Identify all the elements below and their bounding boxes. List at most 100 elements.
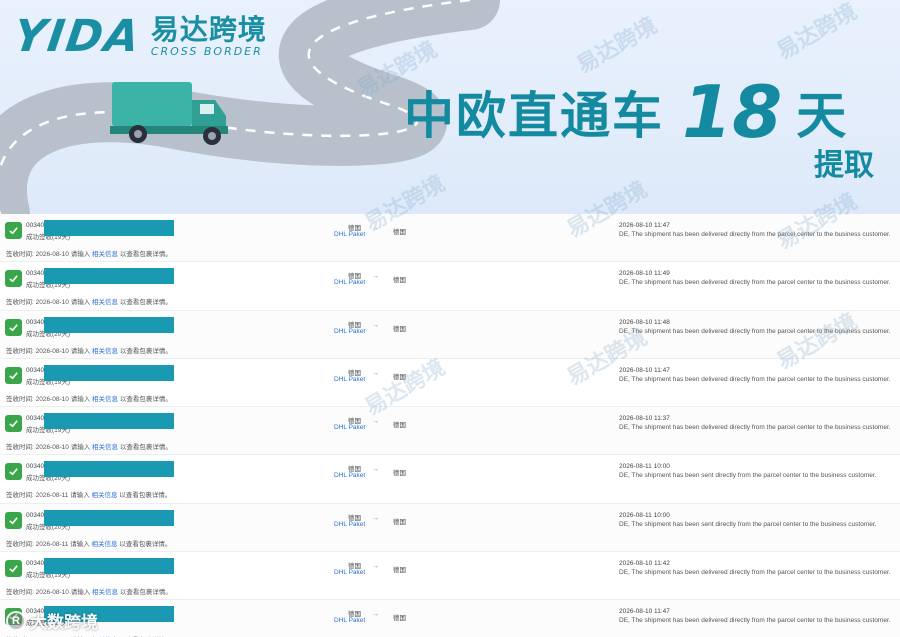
details-link[interactable]: 相关信息: [92, 348, 118, 355]
signed-info: 签收时间: 2026-08-10 请输入 相关信息 以查看包裹详情。: [6, 586, 172, 596]
shipment-row[interactable]: 00340 成功签收(19天) 签收时间: 2026-08-10 请输入 相关信…: [0, 214, 900, 263]
redaction-mask: [44, 220, 174, 236]
shipment-row[interactable]: 00340 成功签收(20天) 签收时间: 2026-08-11 请输入 相关信…: [0, 455, 900, 504]
tracking-number: 00340: [26, 270, 45, 278]
event-time: 2026-08-11 10:00: [619, 511, 670, 519]
hint-prefix: 请输入: [70, 540, 90, 548]
tracking-number: 00340: [26, 511, 45, 519]
event-time: 2026-08-10 11:48: [619, 318, 670, 326]
checkbox[interactable]: [5, 366, 22, 384]
carrier-link[interactable]: DHL Paket: [334, 231, 365, 238]
checkbox[interactable]: [5, 463, 22, 481]
checkbox[interactable]: [5, 270, 22, 288]
arrow-right-icon: →: [372, 563, 379, 571]
redaction-mask: [44, 316, 174, 333]
hint-prefix: 请输入: [70, 299, 91, 307]
event-description: DE, The shipment has been delivered dire…: [619, 617, 891, 625]
signed-info: 签收时间: 2026-08-10 请输入 相关信息 以查看包裹详情。: [6, 441, 172, 451]
carrier-link[interactable]: DHL Paket: [334, 328, 365, 335]
redaction-mask: [44, 413, 174, 430]
hint-prefix: 请输入: [70, 492, 90, 500]
details-link[interactable]: 相关信息: [92, 444, 118, 451]
logo-chinese-name: 易达跨境: [150, 13, 267, 46]
hint-prefix: 请输入: [70, 589, 91, 597]
carrier-link[interactable]: DHL Paket: [334, 617, 365, 624]
arrow-right-icon: →: [372, 466, 379, 474]
details-link[interactable]: 相关信息: [92, 541, 118, 548]
event-time: 2026-08-10 11:47: [619, 608, 670, 616]
footer-watermark: R 大数跨境: [6, 608, 98, 633]
hint-prefix: 请输入: [70, 347, 91, 355]
shipment-row[interactable]: 00340 成功签收(19天) 签收时间: 2026-08-10 请输入 相关信…: [0, 552, 900, 601]
tracking-number: 00340: [26, 222, 45, 229]
destination-country: 德国: [393, 518, 406, 526]
details-link[interactable]: 相关信息: [92, 589, 118, 596]
carrier-link[interactable]: DHL Paket: [334, 569, 365, 576]
redaction-mask: [44, 461, 174, 478]
event-time: 2026-08-10 11:47: [619, 366, 670, 374]
signed-time: 签收时间: 2026-08-10: [6, 395, 69, 403]
destination-country: 德国: [393, 277, 406, 285]
checkbox[interactable]: [5, 415, 22, 433]
shipment-row[interactable]: 00340 成功签收(20天) 签收时间: 2026-08-10 请输入 相关信…: [0, 310, 900, 359]
shipment-row[interactable]: 00340434780084492128 成功签收(19天) 签收时间: 202…: [0, 600, 900, 637]
details-link[interactable]: 相关信息: [92, 251, 118, 258]
details-link[interactable]: 相关信息: [92, 492, 118, 499]
footer-watermark-text: 大数跨境: [30, 613, 98, 633]
destination-country: 德国: [393, 615, 406, 623]
signed-info: 签收时间: 2026-08-10 请输入 相关信息 以查看包裹详情。: [6, 296, 172, 306]
shipment-row[interactable]: 00340434780084492128 成功签收(19天) 签收时间: 202…: [0, 358, 900, 408]
carrier-link[interactable]: DHL Paket: [334, 279, 365, 286]
destination-country: 德国: [393, 373, 406, 381]
hint-suffix: 以查看包裹详情。: [119, 444, 172, 452]
logo-english-name: CROSS BORDER: [150, 45, 263, 58]
arrow-right-icon: →: [372, 321, 379, 329]
checkmark-icon: [9, 565, 18, 573]
arrow-right-icon: →: [372, 225, 379, 232]
checkbox[interactable]: [5, 560, 22, 578]
signed-time: 签收时间: 2026-08-10: [6, 444, 69, 452]
shipment-row[interactable]: 00340 成功签收(19天) 签收时间: 2026-08-10 请输入 相关信…: [0, 262, 900, 311]
registered-icon: R: [6, 610, 26, 631]
headline-number: 18: [682, 70, 783, 154]
signed-time: 签收时间: 2026-08-11: [6, 492, 69, 500]
event-time: 2026-08-10 11:49: [619, 270, 670, 278]
signed-time: 签收时间: 2026-08-10: [6, 251, 69, 258]
event-description: DE, The shipment has been delivered dire…: [619, 375, 891, 383]
brand-logo: YIDA 易达跨境 CROSS BORDER: [10, 11, 267, 62]
promo-banner: YIDA 易达跨境 CROSS BORDER 中欧直通车 18 天 提取: [0, 0, 900, 214]
signed-time: 签收时间: 2026-08-11: [6, 540, 69, 548]
destination-country: 德国: [393, 470, 406, 478]
hint-suffix: 以查看包裹详情。: [119, 540, 172, 548]
signed-info: 签收时间: 2026-08-11 请输入 相关信息 以查看包裹详情。: [6, 489, 171, 499]
carrier-link[interactable]: DHL Paket: [334, 472, 365, 479]
checkmark-icon: [9, 372, 18, 380]
arrow-right-icon: →: [372, 273, 379, 281]
destination-country: 德国: [393, 422, 406, 430]
details-link[interactable]: 相关信息: [92, 299, 118, 306]
destination-country: 德国: [393, 567, 406, 575]
redaction-mask: [44, 558, 174, 575]
event-description: DE, The shipment has been delivered dire…: [619, 424, 891, 432]
signed-time: 签收时间: 2026-08-10: [6, 299, 69, 307]
arrow-right-icon: →: [372, 369, 379, 377]
event-time: 2026-08-11 10:00: [619, 463, 670, 471]
checkbox[interactable]: [5, 222, 22, 239]
signed-info: 签收时间: 2026-08-10 请输入 相关信息 以查看包裹详情。: [6, 345, 172, 355]
checkbox[interactable]: [5, 511, 22, 529]
carrier-link[interactable]: DHL Paket: [334, 376, 365, 383]
carrier-link[interactable]: DHL Paket: [334, 424, 365, 431]
checkmark-icon: [9, 468, 18, 476]
shipment-row[interactable]: 00340 成功签收(20天) 签收时间: 2026-08-11 请输入 相关信…: [0, 503, 900, 553]
redaction-mask: [44, 509, 174, 526]
event-time: 2026-08-10 11:37: [619, 415, 670, 423]
tracking-number: 00340: [26, 318, 45, 326]
hint-suffix: 以查看包裹详情。: [119, 347, 172, 355]
carrier-link[interactable]: DHL Paket: [334, 521, 365, 528]
hint-prefix: 请输入: [70, 251, 91, 258]
redaction-mask: [44, 364, 174, 381]
shipment-row[interactable]: 00340434780084492128 成功签收(19天) 签收时间: 202…: [0, 407, 900, 456]
details-link[interactable]: 相关信息: [92, 396, 118, 403]
hint-suffix: 以查看包裹详情。: [119, 589, 172, 597]
checkbox[interactable]: [5, 318, 22, 336]
